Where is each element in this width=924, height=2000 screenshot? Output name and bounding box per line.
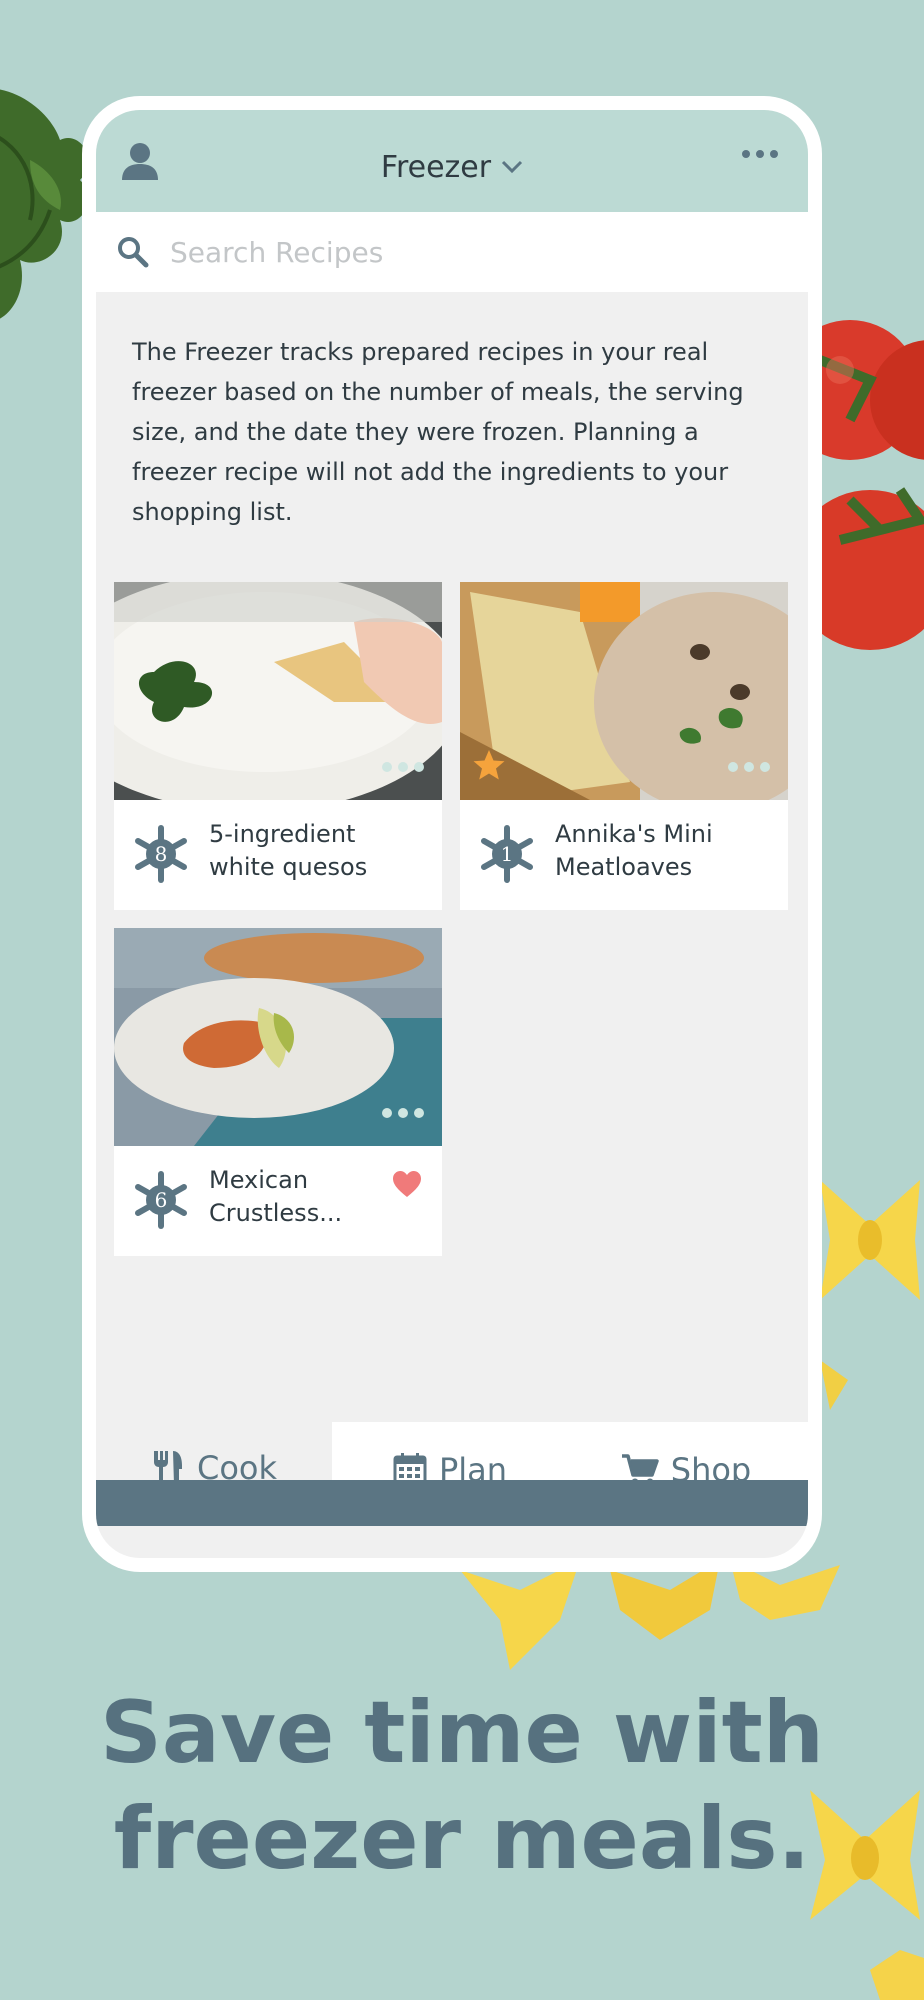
headline-line: freezer meals.	[113, 1789, 811, 1889]
tomatoes-decoration	[810, 320, 924, 650]
recipe-options-button[interactable]	[382, 1108, 424, 1118]
recipe-card-footer: 1 Annika's Mini Meatloaves	[460, 800, 788, 910]
recipe-name-line: 5-ingredient	[209, 820, 356, 848]
freezer-meal-count: 6	[154, 1188, 168, 1212]
farfalle-decoration	[870, 1950, 924, 2000]
search-input[interactable]	[168, 234, 732, 270]
farfalle-decoration	[820, 1180, 920, 1300]
top-bar: Freezer	[96, 110, 808, 212]
recipe-name: 5-ingredient white quesos	[209, 818, 409, 884]
recipe-image	[114, 928, 442, 1146]
promo-headline: Save time with freezer meals.	[0, 1680, 924, 1892]
recipe-name-line: Crustless...	[209, 1199, 343, 1227]
star-icon[interactable]	[472, 748, 506, 782]
farfalle-decoration	[460, 1560, 840, 1670]
app-screen: Freezer The Freezer tracks prepared reci…	[96, 110, 808, 1558]
headline-line: Save time with	[99, 1683, 825, 1783]
heart-icon[interactable]	[392, 1170, 422, 1198]
recipe-image	[114, 582, 442, 800]
recipe-card-footer: 6 Mexican Crustless...	[114, 1146, 442, 1256]
chevron-down-icon	[502, 160, 523, 174]
recipe-options-button[interactable]	[382, 762, 424, 772]
more-dot	[742, 150, 750, 158]
recipe-name-line: Meatloaves	[555, 853, 693, 881]
more-dot	[770, 150, 778, 158]
more-dot	[756, 150, 764, 158]
search-icon	[118, 237, 149, 268]
recipe-name-line: white quesos	[209, 853, 368, 881]
recipe-name: Mexican Crustless...	[209, 1164, 379, 1230]
profile-icon[interactable]	[120, 140, 160, 182]
recipe-card-footer: 8 5-ingredient white quesos	[114, 800, 442, 910]
more-dot	[398, 1108, 408, 1118]
recipe-name: Annika's Mini Meatloaves	[555, 818, 755, 884]
page-title: Freezer	[380, 149, 492, 185]
recipe-card[interactable]: 1 Annika's Mini Meatloaves	[460, 582, 788, 910]
farfalle-decoration	[820, 1360, 848, 1410]
more-dot	[728, 762, 738, 772]
bottom-bar	[96, 1480, 808, 1526]
recipe-options-button[interactable]	[728, 762, 770, 772]
recipe-card[interactable]: 6 Mexican Crustless...	[114, 928, 442, 1256]
more-dot	[382, 1108, 392, 1118]
more-dot	[414, 762, 424, 772]
recipe-name-line: Mexican	[209, 1166, 309, 1194]
more-dot	[414, 1108, 424, 1118]
more-dot	[760, 762, 770, 772]
phone-frame: Freezer The Freezer tracks prepared reci…	[82, 96, 822, 1572]
recipe-image	[460, 582, 788, 800]
recipe-card[interactable]: 8 5-ingredient white quesos	[114, 582, 442, 910]
freezer-meal-count: 8	[154, 842, 168, 866]
freezer-info-text: The Freezer tracks prepared recipes in y…	[132, 338, 744, 526]
more-dot	[382, 762, 392, 772]
freezer-meal-count: 1	[500, 842, 514, 866]
more-options-button[interactable]	[742, 150, 778, 158]
more-dot	[744, 762, 754, 772]
list-selector[interactable]: Freezer	[381, 150, 523, 185]
bottom-navigation: Cook Plan Shop	[96, 1422, 808, 1526]
search-bar	[96, 212, 808, 292]
more-dot	[398, 762, 408, 772]
recipe-name-line: Annika's Mini	[555, 820, 713, 848]
